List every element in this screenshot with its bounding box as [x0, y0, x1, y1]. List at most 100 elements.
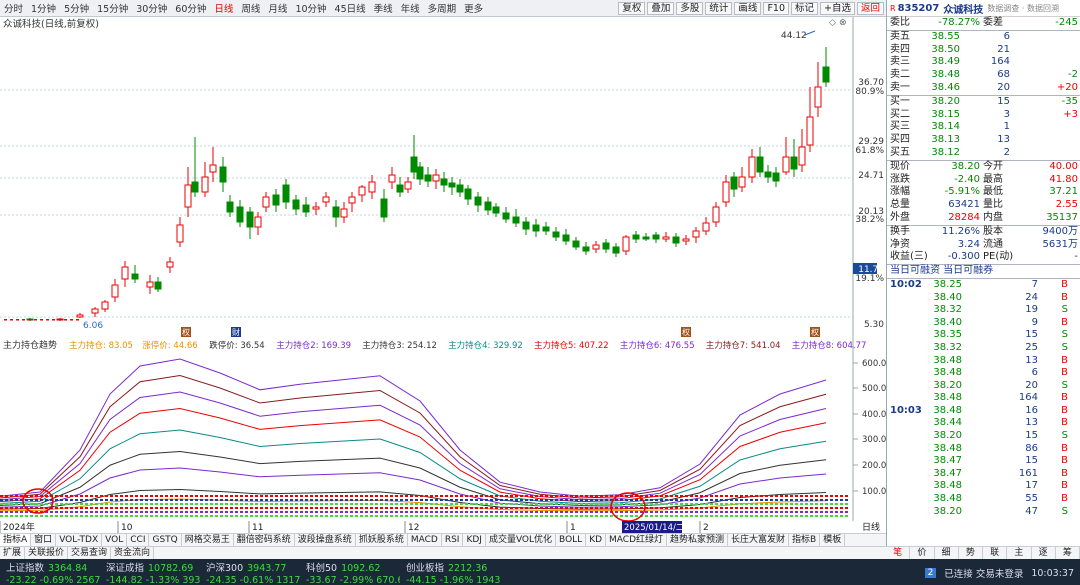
kline-svg[interactable]: 众诚科技(日线,前复权)36.7080.9%29.2961.8%24.7120.…	[0, 17, 886, 339]
close-icon[interactable]: ⊗	[839, 18, 847, 28]
period-14[interactable]: 更多	[460, 1, 487, 15]
extension-tab-1[interactable]: 关联报价	[25, 547, 69, 559]
indicator-panel[interactable]: 主力持仓趋势 主力持仓: 83.05 涨停价: 44.66 跌停价: 36.54 主力持…	[0, 339, 886, 522]
quote-tab-7[interactable]: 筹	[1056, 547, 1080, 559]
extension-tab-2[interactable]: 交易查询	[68, 547, 112, 559]
order-price: 38.14	[931, 121, 960, 133]
indicator-tab-5[interactable]: GSTQ	[149, 534, 182, 546]
toolbar-button-1[interactable]: 叠加	[647, 1, 675, 15]
candle-body	[4, 319, 7, 321]
quote-tab-2[interactable]: 细	[935, 547, 959, 559]
indicator-tab-3[interactable]: VOL	[102, 534, 128, 546]
period-13[interactable]: 多周期	[424, 1, 461, 15]
period-9[interactable]: 10分钟	[291, 1, 330, 15]
indicator-tab-9[interactable]: 抓妖股系统	[356, 534, 408, 546]
period-2[interactable]: 5分钟	[60, 1, 93, 15]
indicator-tab-18[interactable]: 长庄大富发财	[728, 534, 790, 546]
settings-diamond-icon[interactable]: ◇	[829, 18, 836, 28]
period-12[interactable]: 年线	[397, 1, 424, 15]
toolbar-button-4[interactable]: 画线	[734, 1, 762, 15]
toolbar-button-0[interactable]: 复权	[618, 1, 646, 15]
candle-body	[692, 230, 700, 238]
toolbar-button-3[interactable]: 统计	[705, 1, 733, 15]
period-10[interactable]: 45日线	[331, 1, 370, 15]
tick-time	[890, 480, 924, 493]
indicator-tab-11[interactable]: RSI	[442, 534, 464, 546]
kline-chart[interactable]: 众诚科技(日线,前复权) 36.70 80.9% 29.29 61.8% 24.71 20.…	[0, 17, 886, 339]
quote-tab-5[interactable]: 主	[1007, 547, 1032, 559]
r-badge: R	[890, 3, 896, 13]
quote-tab-4[interactable]: 联	[983, 547, 1008, 559]
indicator-tab-12[interactable]: KDJ	[463, 534, 486, 546]
connection-status[interactable]: 已连接 交易未登录	[944, 566, 1023, 580]
connection-badge[interactable]: 2	[924, 568, 937, 578]
toolbar-button-2[interactable]: 多股	[676, 1, 704, 15]
quote-tab-6[interactable]: 逐	[1032, 547, 1056, 559]
indicator-tab-19[interactable]: 指标B	[789, 534, 821, 546]
tick-time	[890, 493, 924, 506]
period-3[interactable]: 15分钟	[93, 1, 132, 15]
order-volume: 15	[997, 95, 1010, 107]
order-label: 卖一	[890, 81, 910, 93]
indicator-tab-17[interactable]: 趋势私家预测	[667, 534, 729, 546]
indicator-svg[interactable]: 主力持仓趋势 主力持仓: 83.05 涨停价: 44.66 跌停价: 36.54 主力持…	[0, 339, 886, 522]
tick-time	[890, 380, 924, 393]
tick-side: B	[1061, 354, 1068, 366]
tick-side: B	[1061, 316, 1068, 328]
period-5[interactable]: 60分钟	[171, 1, 210, 15]
index-item[interactable]: 上证指数 3364.84	[0, 560, 100, 572]
extension-tab-0[interactable]: 扩展	[0, 547, 26, 559]
period-1[interactable]: 1分钟	[27, 1, 60, 15]
quote-tab-1[interactable]: 价	[910, 547, 935, 559]
indicator-tab-2[interactable]: VOL-TDX	[56, 534, 103, 546]
margin-row[interactable]: 当日可融资 当日可融券	[887, 265, 1080, 278]
indicator-legend: 主力持仓7: 541.04	[706, 340, 781, 351]
period-6[interactable]: 日线	[210, 1, 237, 15]
toolbar-button-7[interactable]: +自选	[820, 1, 855, 15]
candle-body	[484, 201, 492, 211]
indicator-tab-1[interactable]: 窗口	[31, 534, 57, 546]
indicator-tab-8[interactable]: 波段操盘系统	[295, 534, 356, 546]
indicator-tab-10[interactable]: MACD	[408, 534, 442, 546]
indicator-tab-14[interactable]: BOLL	[556, 534, 587, 546]
indicator-tab-13[interactable]: 成交量VOL优化	[486, 534, 557, 546]
extension-tab-3[interactable]: 资金流向	[111, 547, 155, 559]
candle-body	[440, 178, 448, 186]
indicator-tab-7[interactable]: 翻倍密码系统	[234, 534, 295, 546]
index-item[interactable]: 深证成指 10782.69	[100, 560, 200, 572]
index-item[interactable]: 沪深300 3943.77	[200, 560, 300, 572]
status-bar: 上证指数 3364.84 深证成指 10782.69 沪深300 3943.77 科创50 1…	[0, 559, 1080, 585]
period-0[interactable]: 分时	[0, 1, 27, 15]
indicator-tab-15[interactable]: KD	[586, 534, 607, 546]
tick-time	[890, 292, 924, 305]
stock-name: 众诚科技	[943, 4, 984, 16]
toolbar-button-8[interactable]: 返回	[856, 1, 884, 15]
candle-body	[642, 236, 650, 240]
stat-row: 净资 3.24 流通 5631万	[887, 239, 1080, 252]
order-price: 38.55	[931, 30, 960, 42]
tick-side: B	[1061, 480, 1068, 492]
candle-body	[542, 226, 550, 232]
indicator-tab-4[interactable]: CCI	[127, 534, 150, 546]
tick-volume: 13	[1025, 354, 1038, 366]
indicator-tab-20[interactable]: 模板	[820, 534, 846, 546]
toolbar-button-5[interactable]: F10	[763, 1, 789, 15]
index-item[interactable]: 创业板指 2212.36	[400, 560, 500, 572]
index-item[interactable]: 科创50 1092.62	[300, 560, 400, 572]
period-11[interactable]: 季线	[370, 1, 397, 15]
period-8[interactable]: 月线	[264, 1, 291, 15]
index-change: -24.35 -0.61% 1317亿	[206, 575, 300, 584]
tick-time	[890, 355, 924, 368]
toolbar-button-6[interactable]: 标记	[791, 1, 819, 15]
order-change	[1010, 134, 1078, 147]
tick-volume: 19	[1025, 304, 1038, 316]
quote-tab-3[interactable]: 势	[959, 547, 983, 559]
indicator-tab-6[interactable]: 网格交易王	[182, 534, 234, 546]
tick-row: 38.20 47 S	[887, 506, 1080, 519]
quote-tab-0[interactable]: 笔	[886, 547, 911, 559]
indicator-tab-16[interactable]: MACD红绿灯	[606, 534, 668, 546]
period-7[interactable]: 周线	[237, 1, 264, 15]
indicator-tab-0[interactable]: 指标A	[0, 534, 32, 546]
candle-body	[764, 171, 772, 178]
period-4[interactable]: 30分钟	[132, 1, 171, 15]
